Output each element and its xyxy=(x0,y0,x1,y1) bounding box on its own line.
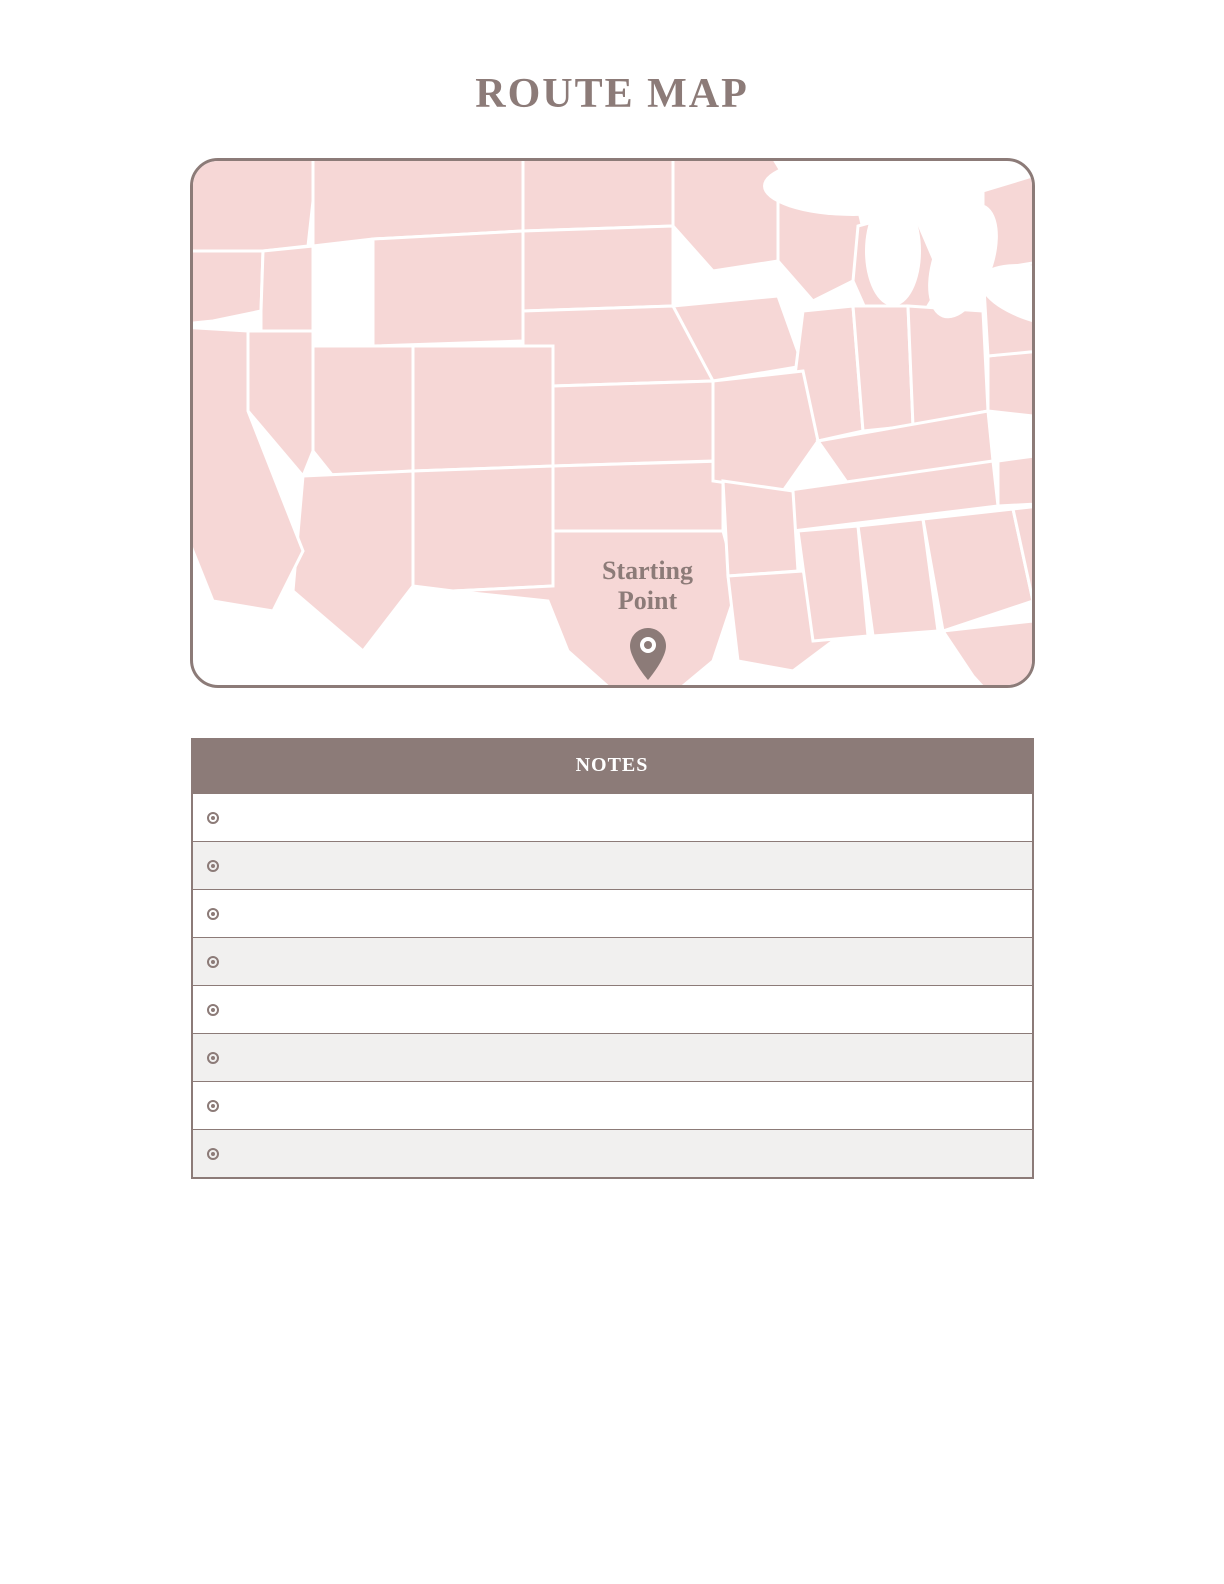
notes-row[interactable] xyxy=(193,841,1032,889)
bullet-icon xyxy=(207,860,219,872)
notes-row[interactable] xyxy=(193,793,1032,841)
bullet-icon xyxy=(207,956,219,968)
notes-row[interactable] xyxy=(193,1033,1032,1081)
notes-section: NOTES xyxy=(191,738,1034,1179)
bullet-icon xyxy=(207,1100,219,1112)
map-pin-icon xyxy=(630,628,666,680)
route-map-frame: Starting Point xyxy=(190,158,1035,688)
bullet-icon xyxy=(207,812,219,824)
bullet-icon xyxy=(207,1148,219,1160)
starting-point-label: Starting Point xyxy=(602,556,693,616)
notes-row[interactable] xyxy=(193,937,1032,985)
notes-row[interactable] xyxy=(193,1081,1032,1129)
starting-point-label-line1: Starting xyxy=(602,556,693,585)
starting-point-label-line2: Point xyxy=(618,586,677,615)
notes-row[interactable] xyxy=(193,889,1032,937)
bullet-icon xyxy=(207,1004,219,1016)
notes-header: NOTES xyxy=(193,738,1032,793)
notes-row[interactable] xyxy=(193,1129,1032,1177)
page-title: ROUTE MAP xyxy=(475,70,749,118)
bullet-icon xyxy=(207,908,219,920)
notes-row[interactable] xyxy=(193,985,1032,1033)
bullet-icon xyxy=(207,1052,219,1064)
map-starting-point: Starting Point xyxy=(588,556,708,680)
